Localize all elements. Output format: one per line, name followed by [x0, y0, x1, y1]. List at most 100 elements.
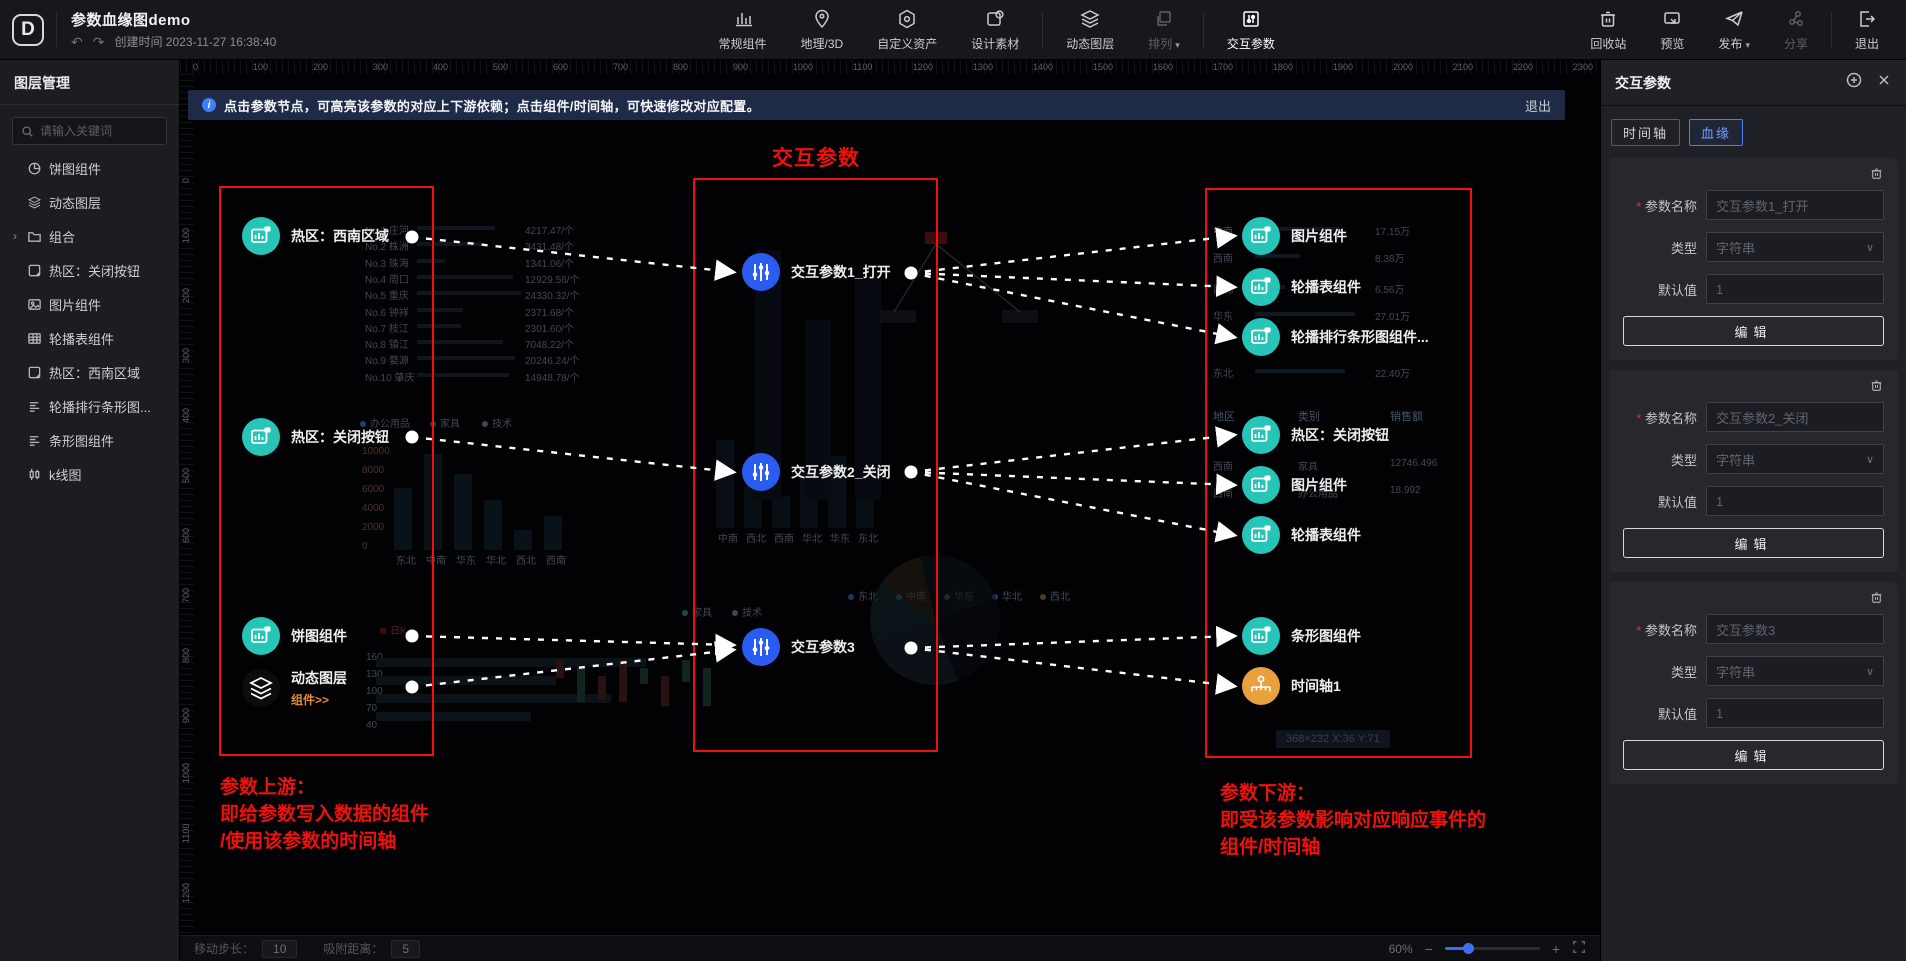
panel-tabs: 时间轴血缘 [1611, 119, 1896, 146]
node-label: 饼图组件 [291, 628, 347, 644]
param-name-input[interactable]: 交互参数1_打开 [1706, 190, 1884, 220]
zoom-out-button[interactable]: − [1425, 941, 1433, 957]
param-name-input[interactable]: 交互参数2_关闭 [1706, 402, 1884, 432]
add-param-icon[interactable] [1846, 72, 1862, 93]
upstream-component-node[interactable]: 热区：关闭按钮 [242, 418, 389, 456]
param-type-row: 类型 字符串∨ [1623, 444, 1884, 474]
action-exit[interactable]: 退出 [1838, 0, 1896, 59]
exit-label: 退出 [1855, 35, 1879, 52]
layer-search-box[interactable] [12, 117, 167, 145]
sidebar-layer-item[interactable]: 条形图组件 [0, 423, 179, 457]
dynamic-layer-label: 动态图层 [1066, 35, 1114, 52]
edit-param-button[interactable]: 编辑 [1623, 528, 1884, 558]
toolbar: 常规组件地理/3D自定义资产设计素材动态图层排列▾交互参数 [420, 0, 1573, 59]
edit-param-button[interactable]: 编辑 [1623, 740, 1884, 770]
undo-icon[interactable]: ↶ [71, 35, 83, 49]
sidebar-layer-item[interactable]: k线图 [0, 457, 179, 491]
node-label: 热区：关闭按钮 [1291, 427, 1389, 443]
param-type-select[interactable]: 字符串∨ [1706, 656, 1884, 686]
node-label-wrap: 热区：西南区域 [291, 226, 389, 246]
delete-param-icon[interactable] [1869, 168, 1884, 185]
node-label-wrap: 轮播排行条形图组件... [1291, 327, 1429, 347]
ruler-number: 1300 [973, 62, 993, 72]
upstream-component-node[interactable]: 动态图层组件>> [242, 668, 347, 708]
tab-lineage[interactable]: 血缘 [1689, 119, 1743, 146]
sidebar-layer-item[interactable]: 热区：西南区域 [0, 355, 179, 389]
fit-screen-icon[interactable] [1572, 940, 1586, 957]
downstream-component-node[interactable]: 图片组件 [1242, 217, 1347, 255]
downstream-component-node[interactable]: 条形图组件 [1242, 617, 1361, 655]
downstream-component-node[interactable]: 图片组件 [1242, 466, 1347, 504]
sidebar-layer-item[interactable]: 动态图层 [0, 185, 179, 219]
tool-interaction-params[interactable]: 交互参数 [1210, 0, 1292, 59]
tool-design-materials[interactable]: 设计素材 [954, 0, 1036, 59]
node-label-wrap: 条形图组件 [1291, 626, 1361, 646]
upstream-component-node[interactable]: 热区：西南区域 [242, 217, 389, 255]
chart-node-icon [242, 418, 280, 456]
close-panel-icon[interactable] [1876, 72, 1892, 93]
ruler-number: 1100 [853, 62, 872, 72]
notice-bar: i 点击参数节点，可高亮该参数的对应上下游依赖；点击组件/时间轴，可快速修改对应… [188, 90, 1565, 120]
edit-param-button[interactable]: 编辑 [1623, 316, 1884, 346]
ruler-number: 700 [181, 588, 191, 603]
upstream-component-node[interactable]: 饼图组件 [242, 617, 347, 655]
ruler-number: 1100 [181, 824, 191, 843]
status-value[interactable]: 10 [262, 940, 297, 958]
zoom-in-button[interactable]: + [1552, 941, 1560, 957]
interaction-param-node[interactable]: 交互参数3 [742, 628, 855, 666]
param-default-input[interactable]: 1 [1706, 486, 1884, 516]
bar-chart-icon [732, 8, 754, 30]
downstream-component-node[interactable]: 轮播排行条形图组件... [1242, 318, 1429, 356]
param-default-input[interactable]: 1 [1706, 698, 1884, 728]
ruler-number: 900 [181, 708, 191, 723]
delete-param-icon[interactable] [1869, 592, 1884, 609]
interaction-param-node[interactable]: 交互参数2_关闭 [742, 453, 891, 491]
zoom-slider-handle[interactable] [1463, 943, 1474, 954]
ruler-number: 400 [433, 62, 448, 72]
param-name-input[interactable]: 交互参数3 [1706, 614, 1884, 644]
action-publish[interactable]: 发布▾ [1701, 0, 1767, 59]
custom-assets-label: 自定义资产 [877, 35, 937, 52]
zoom-slider[interactable] [1445, 947, 1540, 950]
param-type-select[interactable]: 字符串∨ [1706, 444, 1884, 474]
chevron-down-icon: ▾ [1745, 40, 1750, 50]
param-name-row: 参数名称 交互参数1_打开 [1623, 190, 1884, 220]
interaction-param-node[interactable]: 交互参数1_打开 [742, 253, 891, 291]
sidebar-layer-item[interactable]: 热区：关闭按钮 [0, 253, 179, 287]
tool-regular-components[interactable]: 常规组件 [702, 0, 784, 59]
tool-geo-3d[interactable]: 地理/3D [784, 0, 861, 59]
canvas[interactable]: No.1 庄河4217.47/个No.2 株洲3431.48/个No.3 珠海1… [180, 60, 1600, 961]
downstream-component-node[interactable]: 轮播表组件 [1242, 268, 1361, 306]
ruler-number: 300 [373, 62, 388, 72]
status-value[interactable]: 5 [391, 940, 420, 958]
hotspot-icon [27, 365, 42, 380]
downstream-component-node[interactable]: 热区：关闭按钮 [1242, 416, 1389, 454]
chart-node-icon [1242, 318, 1280, 356]
tab-timeline[interactable]: 时间轴 [1611, 119, 1680, 146]
tool-dynamic-layer[interactable]: 动态图层 [1049, 0, 1131, 59]
layers-sidebar: 图层管理 饼图组件动态图层›组合热区：关闭按钮图片组件轮播表组件热区：西南区域轮… [0, 60, 180, 961]
node-label: 图片组件 [1291, 477, 1347, 493]
layer-search-input[interactable] [40, 124, 158, 138]
ruler-number: 100 [253, 62, 268, 72]
sidebar-layer-item[interactable]: 轮播排行条形图... [0, 389, 179, 423]
expand-caret-icon[interactable]: › [10, 229, 20, 243]
tool-custom-assets[interactable]: 自定义资产 [860, 0, 954, 59]
page-title: 参数血缘图demo [71, 9, 276, 30]
notice-exit-link[interactable]: 退出 [1525, 96, 1551, 115]
sidebar-layer-item[interactable]: 图片组件 [0, 287, 179, 321]
redo-icon[interactable]: ↷ [93, 35, 105, 49]
sidebar-layer-item[interactable]: 饼图组件 [0, 151, 179, 185]
node-sublabel-link[interactable]: 组件>> [291, 691, 347, 708]
sidebar-layer-item[interactable]: ›组合 [0, 219, 179, 253]
action-preview[interactable]: 预览 [1643, 0, 1701, 59]
param-type-select[interactable]: 字符串∨ [1706, 232, 1884, 262]
sidebar-layer-item[interactable]: 轮播表组件 [0, 321, 179, 355]
delete-param-icon[interactable] [1869, 380, 1884, 397]
layer-label: 图片组件 [49, 295, 101, 314]
action-recycle-bin[interactable]: 回收站 [1573, 0, 1643, 59]
param-default-input[interactable]: 1 [1706, 274, 1884, 304]
downstream-component-node[interactable]: 时间轴1 [1242, 667, 1341, 705]
downstream-component-node[interactable]: 轮播表组件 [1242, 516, 1361, 554]
sliders-box-icon [1240, 8, 1262, 30]
